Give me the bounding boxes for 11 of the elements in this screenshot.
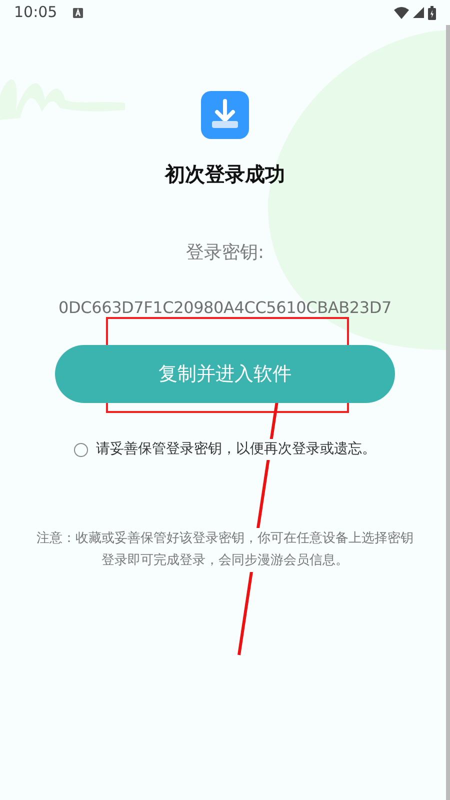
- download-icon: [201, 91, 249, 139]
- notification-icon: [73, 8, 84, 18]
- status-time: 10:05: [14, 2, 58, 24]
- battery-icon: [428, 6, 436, 20]
- copy-and-enter-button[interactable]: 复制并进入软件: [55, 345, 395, 403]
- key-value: 0DC663D7F1C20980A4CC5610CBAB23D7: [58, 297, 392, 319]
- signal-icon: [413, 7, 424, 18]
- page-title: 初次登录成功: [165, 161, 285, 188]
- wifi-icon: [394, 6, 409, 18]
- agree-radio[interactable]: [74, 442, 88, 456]
- key-label: 登录密钥:: [186, 241, 264, 265]
